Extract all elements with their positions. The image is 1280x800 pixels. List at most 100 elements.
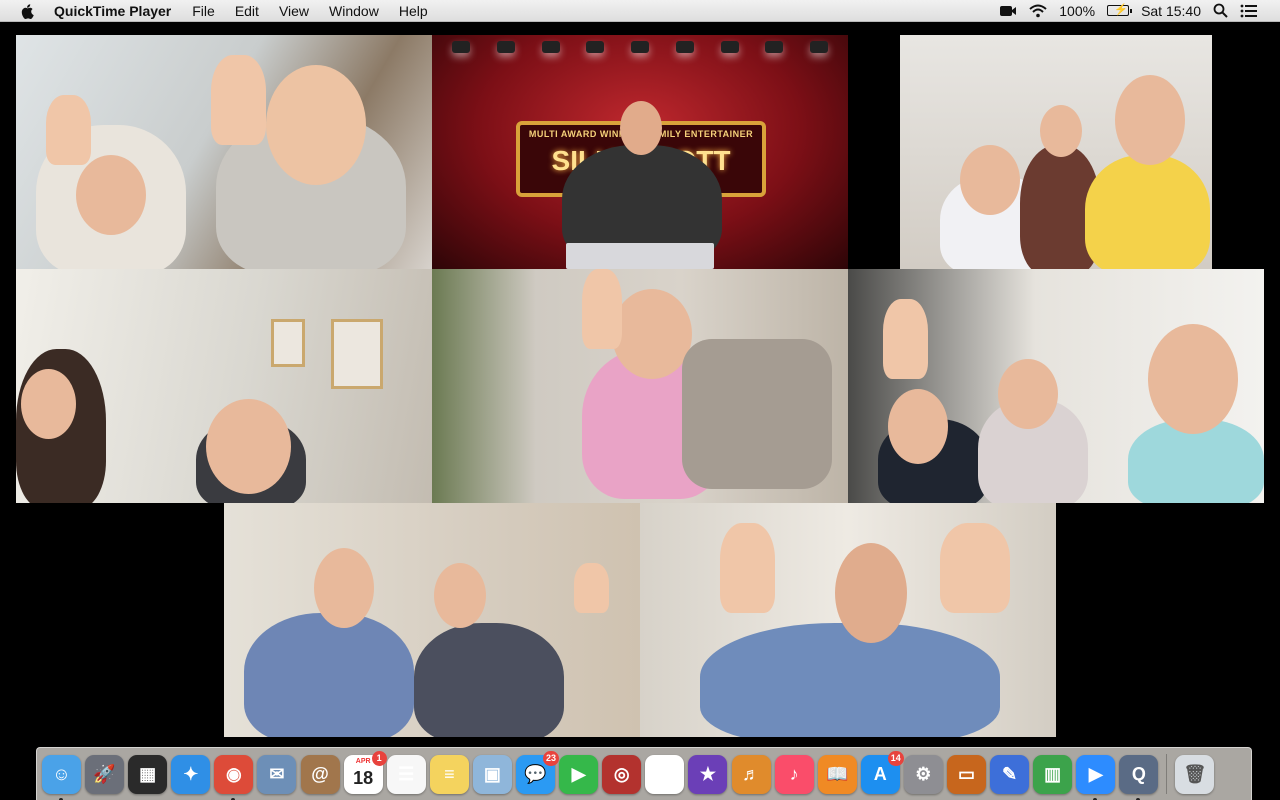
calendar-icon[interactable]: APR 18 1 <box>343 750 387 794</box>
contacts-icon[interactable]: @ <box>300 754 340 794</box>
safari-icon[interactable]: ✦ <box>171 754 211 794</box>
participant-grandfather <box>244 613 414 737</box>
dock-glyph: @ <box>311 763 329 784</box>
participant-face <box>314 548 374 628</box>
status-area: 100% ⚡ Sat 15:40 <box>999 3 1280 19</box>
finder-icon[interactable]: ☺ <box>42 754 81 800</box>
video-tile-man-striped-shirt[interactable] <box>640 503 1056 737</box>
dock-glyph: ▶ <box>571 763 586 784</box>
zoom-icon[interactable]: ▶ <box>1076 754 1116 800</box>
video-tile-family-three[interactable] <box>900 35 1212 269</box>
system-preferences-icon[interactable]: ⚙ <box>903 754 943 794</box>
dock-glyph: ♪ <box>789 763 799 784</box>
music-icon[interactable]: ♪ <box>774 754 814 794</box>
participant-face <box>620 101 662 155</box>
quicktime-icon[interactable]: Q <box>1119 754 1159 800</box>
keynote-icon[interactable]: ▭ <box>946 754 986 794</box>
dock-separator <box>1166 754 1168 794</box>
participant-face <box>266 65 366 185</box>
waving-hand <box>211 55 266 145</box>
raised-hand <box>940 523 1010 613</box>
dock-glyph: ▭ <box>957 763 975 784</box>
dock-glyph: ≡ <box>444 763 455 784</box>
participant-face <box>960 145 1020 215</box>
menu-file[interactable]: File <box>192 3 215 19</box>
app-store-icon[interactable]: A 14 <box>860 750 904 794</box>
battery-icon[interactable]: ⚡ <box>1107 4 1133 16</box>
mission-control-icon[interactable]: ▦ <box>128 754 168 794</box>
wifi-icon[interactable] <box>1029 4 1047 18</box>
dock-glyph: ★ <box>699 763 716 784</box>
dock-glyph: 🗑 <box>1183 763 1207 784</box>
wall-picture-frame <box>331 319 383 389</box>
notification-badge: 14 <box>887 750 904 766</box>
participant-face <box>998 359 1058 429</box>
dock-glyph: ☺ <box>52 763 71 784</box>
dock-glyph: ◎ <box>613 763 630 784</box>
video-tile-mother-and-boy[interactable] <box>16 269 432 503</box>
participant-face <box>21 369 76 439</box>
menu-view[interactable]: View <box>279 3 309 19</box>
app-name-menu[interactable]: QuickTime Player <box>54 3 171 19</box>
raised-hand <box>582 269 622 349</box>
battery-percent[interactable]: 100% <box>1059 3 1095 19</box>
mail-stamp-icon[interactable]: ✉ <box>257 754 297 794</box>
launchpad-icon[interactable]: 🚀 <box>85 754 125 794</box>
garageband-icon[interactable]: ♬ <box>731 754 771 794</box>
participant-face <box>612 289 692 379</box>
clock[interactable]: Sat 15:40 <box>1141 3 1201 19</box>
dock-glyph: Q <box>1131 763 1146 784</box>
spotlight-search-icon[interactable] <box>1213 3 1228 18</box>
dock-glyph: ☰ <box>398 763 415 784</box>
preview-icon[interactable]: ▣ <box>472 754 512 794</box>
video-tile-girl-on-sofa[interactable] <box>432 269 848 503</box>
reminders-icon[interactable]: ☰ <box>386 754 426 794</box>
books-icon[interactable]: 📖 <box>817 754 857 794</box>
participant-face <box>76 155 146 235</box>
menu-edit[interactable]: Edit <box>235 3 259 19</box>
participant-face <box>206 399 291 494</box>
dock-glyph: 🚀 <box>93 763 116 784</box>
dock-glyph: ▥ <box>1044 763 1062 784</box>
video-tile-grandparents[interactable] <box>224 503 640 737</box>
chrome-icon[interactable]: ◉ <box>214 754 254 800</box>
messages-icon[interactable]: 💬 23 <box>516 750 560 794</box>
notification-badge: 23 <box>543 750 560 766</box>
participant-face <box>1040 105 1082 157</box>
dock-glyph: ✉ <box>269 763 285 784</box>
notification-center-icon[interactable] <box>1240 4 1258 18</box>
video-tile-entertainer[interactable]: MULTI AWARD WINNING FAMILY ENTERTAINER S… <box>432 35 848 269</box>
participant-face <box>835 543 907 643</box>
dock-glyph: A <box>873 763 887 784</box>
dock-glyph: ♬ <box>742 763 760 784</box>
photos-icon[interactable]: ✿ <box>645 754 685 794</box>
dock: ☺ 🚀 ▦ ✦ ◉ ✉ @ APR 18 1 ☰ ≡ ▣ 💬 23 ▶ ◎ ✿ ★ ♬ ♪ 📖 A 14 ⚙ ▭ ✎ ▥ ▶ Q 🗑 <box>36 747 1252 800</box>
xcode-icon[interactable]: ✎ <box>990 754 1030 794</box>
dock-glyph: ▶ <box>1088 763 1103 784</box>
participant-grandmother <box>414 623 564 737</box>
raised-hand <box>720 523 775 613</box>
video-tile-family-four[interactable] <box>848 269 1264 503</box>
dock-glyph: ⚙ <box>915 763 932 784</box>
dock-glyph: ◉ <box>226 763 242 784</box>
participant-face <box>1115 75 1185 165</box>
imovie-icon[interactable]: ★ <box>688 754 728 794</box>
sofa-cushion <box>682 339 832 489</box>
video-tile-two-children[interactable] <box>16 35 432 269</box>
trash-icon[interactable]: 🗑 <box>1175 754 1215 794</box>
participant-girl-right <box>1085 155 1210 269</box>
photo-booth-icon[interactable]: ◎ <box>602 754 642 794</box>
participant-face <box>434 563 486 628</box>
stage-lights <box>452 41 828 53</box>
dock-glyph: ▣ <box>483 763 501 784</box>
menu-help[interactable]: Help <box>399 3 428 19</box>
participant-face <box>1148 324 1238 434</box>
screen-recording-icon[interactable] <box>999 4 1017 18</box>
facetime-icon[interactable]: ▶ <box>559 754 599 794</box>
dock-glyph: 📖 <box>825 763 849 784</box>
calendar-day: 18 <box>353 767 374 788</box>
apple-icon[interactable] <box>20 3 36 19</box>
numbers-icon[interactable]: ▥ <box>1033 754 1073 794</box>
menu-window[interactable]: Window <box>329 3 379 19</box>
notes-icon[interactable]: ≡ <box>429 754 469 794</box>
